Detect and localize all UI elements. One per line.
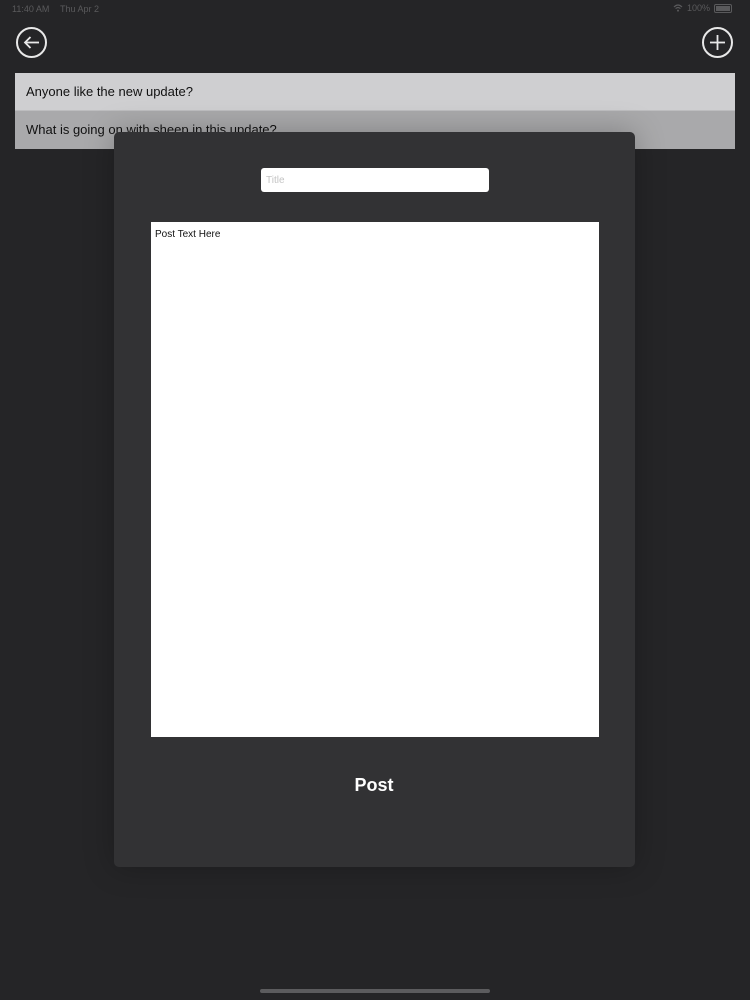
post-button[interactable]: Post — [324, 772, 424, 798]
plus-icon — [710, 35, 725, 50]
post-text-area[interactable]: Post Text Here — [151, 222, 599, 737]
list-item[interactable]: Anyone like the new update? — [15, 73, 735, 111]
new-post-modal: Post Text Here Post — [114, 132, 635, 867]
battery-icon — [714, 3, 732, 13]
title-input[interactable] — [261, 168, 489, 192]
status-date: Thu Apr 2 — [60, 4, 100, 14]
home-indicator — [260, 989, 490, 993]
status-time: 11:40 AM — [12, 4, 50, 14]
arrow-left-icon — [23, 36, 39, 49]
wifi-icon — [673, 4, 683, 12]
status-bar: 11:40 AM Thu Apr 2 100% — [0, 0, 750, 18]
status-right: 100% — [673, 3, 732, 13]
add-post-button[interactable] — [702, 27, 733, 58]
back-button[interactable] — [16, 27, 47, 58]
battery-percent: 100% — [686, 3, 710, 13]
